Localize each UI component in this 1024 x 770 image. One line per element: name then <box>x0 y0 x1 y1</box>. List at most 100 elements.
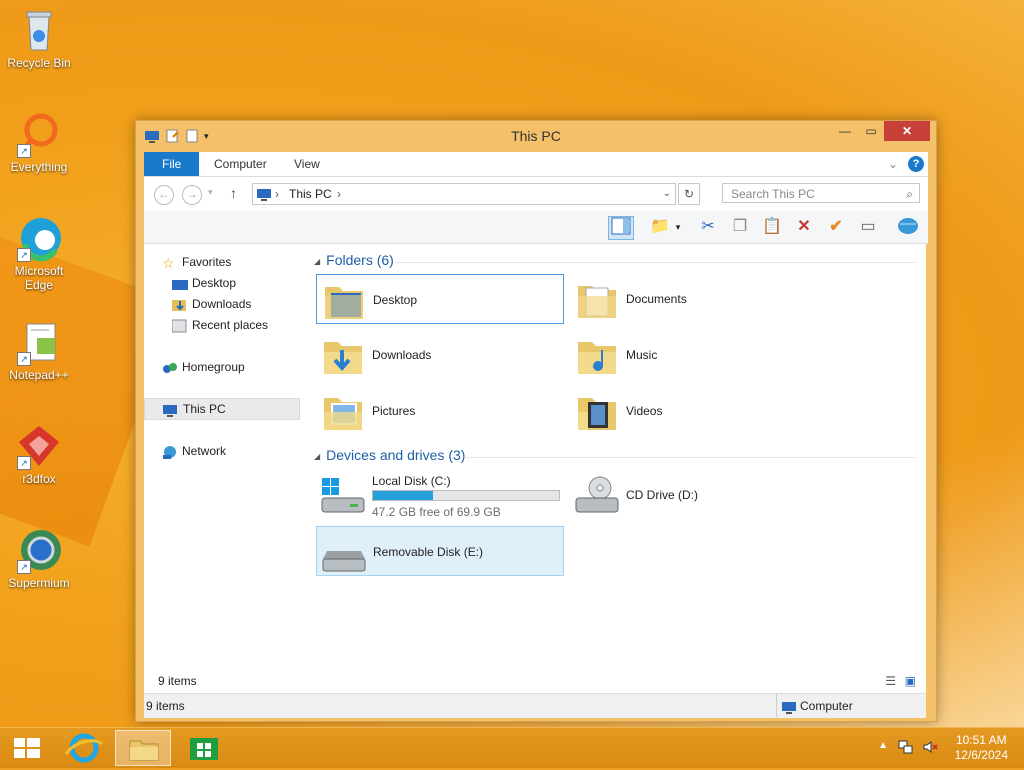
delete-icon[interactable]: ✕ <box>792 216 816 238</box>
clock[interactable]: 10:51 AM 12/6/2024 <box>955 733 1008 763</box>
homegroup-icon <box>162 361 178 375</box>
taskbar: ▲ 10:51 AM 12/6/2024 <box>0 727 1024 768</box>
network-globe-icon[interactable] <box>896 216 920 238</box>
check-icon[interactable]: ✔ <box>824 216 848 238</box>
pc-icon <box>163 403 179 417</box>
collapse-triangle-icon: ◢ <box>314 451 321 461</box>
folder-name: Documents <box>626 292 687 306</box>
folder-tile-downloads[interactable]: Downloads <box>316 330 564 380</box>
tab-view[interactable]: View <box>280 152 334 176</box>
clock-date: 12/6/2024 <box>954 748 1008 762</box>
nav-homegroup[interactable]: Homegroup <box>162 357 318 377</box>
group-divider <box>396 262 916 263</box>
group-title: Folders (6) <box>326 252 394 268</box>
copy-icon[interactable]: ❐ <box>728 216 752 238</box>
taskbar-file-explorer[interactable] <box>115 730 171 766</box>
folder-tile-videos[interactable]: Videos <box>570 386 818 436</box>
details-view-icon[interactable]: ☰ <box>885 669 896 693</box>
desktop-icon-label: Everything <box>10 160 68 174</box>
drive-tile-c[interactable]: Local Disk (C:) 47.2 GB free of 69.9 GB <box>316 470 564 520</box>
back-button[interactable]: ← <box>154 185 174 205</box>
folders-group-header[interactable]: ◢ Folders (6) <box>314 252 394 268</box>
pc-icon <box>782 698 798 722</box>
title-bar[interactable]: ▾ This PC — ▭ ✕ <box>136 121 936 151</box>
folder-tile-documents[interactable]: Documents <box>570 274 818 324</box>
window-title: This PC <box>511 128 561 144</box>
tab-computer[interactable]: Computer <box>200 152 281 176</box>
help-icon[interactable]: ? <box>908 156 924 172</box>
shortcut-arrow-icon: ↗ <box>17 144 31 158</box>
recent-places-icon <box>171 319 188 333</box>
nav-this-pc[interactable]: This PC <box>144 398 300 420</box>
maximize-button[interactable]: ▭ <box>858 121 884 141</box>
downloads-folder-icon <box>320 334 366 376</box>
large-icons-view-icon[interactable]: ▣ <box>905 669 916 693</box>
status-item-count: 9 items <box>146 699 185 713</box>
status-divider <box>776 693 777 717</box>
drive-name: Removable Disk (E:) <box>373 545 484 559</box>
desktop-icon-recycle-bin[interactable]: Recycle Bin <box>2 6 76 70</box>
breadcrumb-separator[interactable]: › <box>337 184 341 204</box>
supermium-icon: ↗ <box>15 526 63 574</box>
star-icon: ☆ <box>162 254 175 271</box>
address-dropdown-icon[interactable]: ⌄ <box>663 184 671 204</box>
folder-tile-pictures[interactable]: Pictures <box>316 386 564 436</box>
minimize-button[interactable]: — <box>832 121 858 141</box>
shortcut-arrow-icon: ↗ <box>17 248 31 262</box>
disk-usage-fill <box>373 491 434 500</box>
search-icon: ⌕ <box>906 187 913 201</box>
folder-check-icon[interactable]: 📁 <box>648 216 672 238</box>
recycle-bin-icon <box>15 6 63 54</box>
shortcut-arrow-icon: ↗ <box>17 352 31 366</box>
network-tray-icon[interactable] <box>898 739 914 758</box>
drive-tile-e[interactable]: Removable Disk (E:) <box>316 526 564 576</box>
desktop-icon-notepadpp[interactable]: ↗ Notepad++ <box>2 318 76 382</box>
up-arrow-icon[interactable]: ↑ <box>230 185 237 201</box>
nav-label: Favorites <box>182 255 232 269</box>
drive-tile-d[interactable]: CD Drive (D:) <box>570 470 818 520</box>
recent-locations-icon[interactable]: ▾ <box>208 187 213 198</box>
tab-file[interactable]: File <box>144 152 200 176</box>
navigation-pane: ☆ Favorites Desktop Downloads Recent plac… <box>144 244 304 669</box>
taskbar-store[interactable] <box>176 730 232 766</box>
breadcrumb-this-pc[interactable]: This PC <box>289 184 332 204</box>
close-button[interactable]: ✕ <box>884 121 930 141</box>
show-hidden-icons-icon[interactable]: ▲ <box>878 740 888 751</box>
desktop-icon-label: Recycle Bin <box>7 56 71 70</box>
notepad-plus-plus-icon: ↗ <box>15 318 63 366</box>
rename-icon[interactable]: ▭ <box>856 216 880 238</box>
desktop-icon-everything[interactable]: ↗ Everything <box>2 110 76 174</box>
search-input[interactable]: Search This PC ⌕ <box>722 183 920 203</box>
desktop-icon-supermium[interactable]: ↗ Supermium <box>2 526 76 590</box>
breadcrumb-separator[interactable]: › <box>275 184 279 204</box>
preview-pane-icon[interactable] <box>608 216 634 240</box>
desktop-icon-r3dfox[interactable]: ↗ r3dfox <box>2 422 76 486</box>
group-title: Devices and drives (3) <box>326 447 466 463</box>
folder-tile-music[interactable]: Music <box>570 330 818 380</box>
desktop-icon-edge[interactable]: ↗ Microsoft Edge <box>2 214 76 292</box>
expand-ribbon-icon[interactable]: ⌄ <box>888 157 898 171</box>
folder-tile-desktop[interactable]: Desktop <box>316 274 564 324</box>
folder-name: Music <box>626 348 658 362</box>
drive-name: Local Disk (C:) <box>372 474 451 488</box>
desktop-icon-label: r3dfox <box>22 472 56 486</box>
devices-group-header[interactable]: ◢ Devices and drives (3) <box>314 447 465 463</box>
cut-icon[interactable]: ✂ <box>696 216 720 238</box>
status-location: Computer <box>800 699 853 713</box>
chevron-down-icon[interactable]: ▾ <box>672 216 684 238</box>
refresh-button[interactable]: ↻ <box>678 183 700 205</box>
desktop-icon-label: Microsoft Edge <box>14 264 64 292</box>
volume-muted-icon[interactable] <box>922 739 938 758</box>
drive-name: CD Drive (D:) <box>626 488 698 502</box>
folder-name: Downloads <box>372 348 432 362</box>
nav-network[interactable]: Network <box>162 441 318 461</box>
paste-icon[interactable]: 📋 <box>760 216 784 238</box>
start-button[interactable] <box>0 730 56 766</box>
shortcut-arrow-icon: ↗ <box>17 560 31 574</box>
forward-button[interactable]: → <box>182 185 202 205</box>
nav-favorites[interactable]: ☆ Favorites <box>162 252 318 272</box>
cd-drive-icon <box>574 474 620 516</box>
windows-logo-icon <box>14 738 40 758</box>
address-field[interactable]: › This PC › ⌄ <box>252 183 676 205</box>
taskbar-internet-explorer[interactable] <box>56 730 112 766</box>
